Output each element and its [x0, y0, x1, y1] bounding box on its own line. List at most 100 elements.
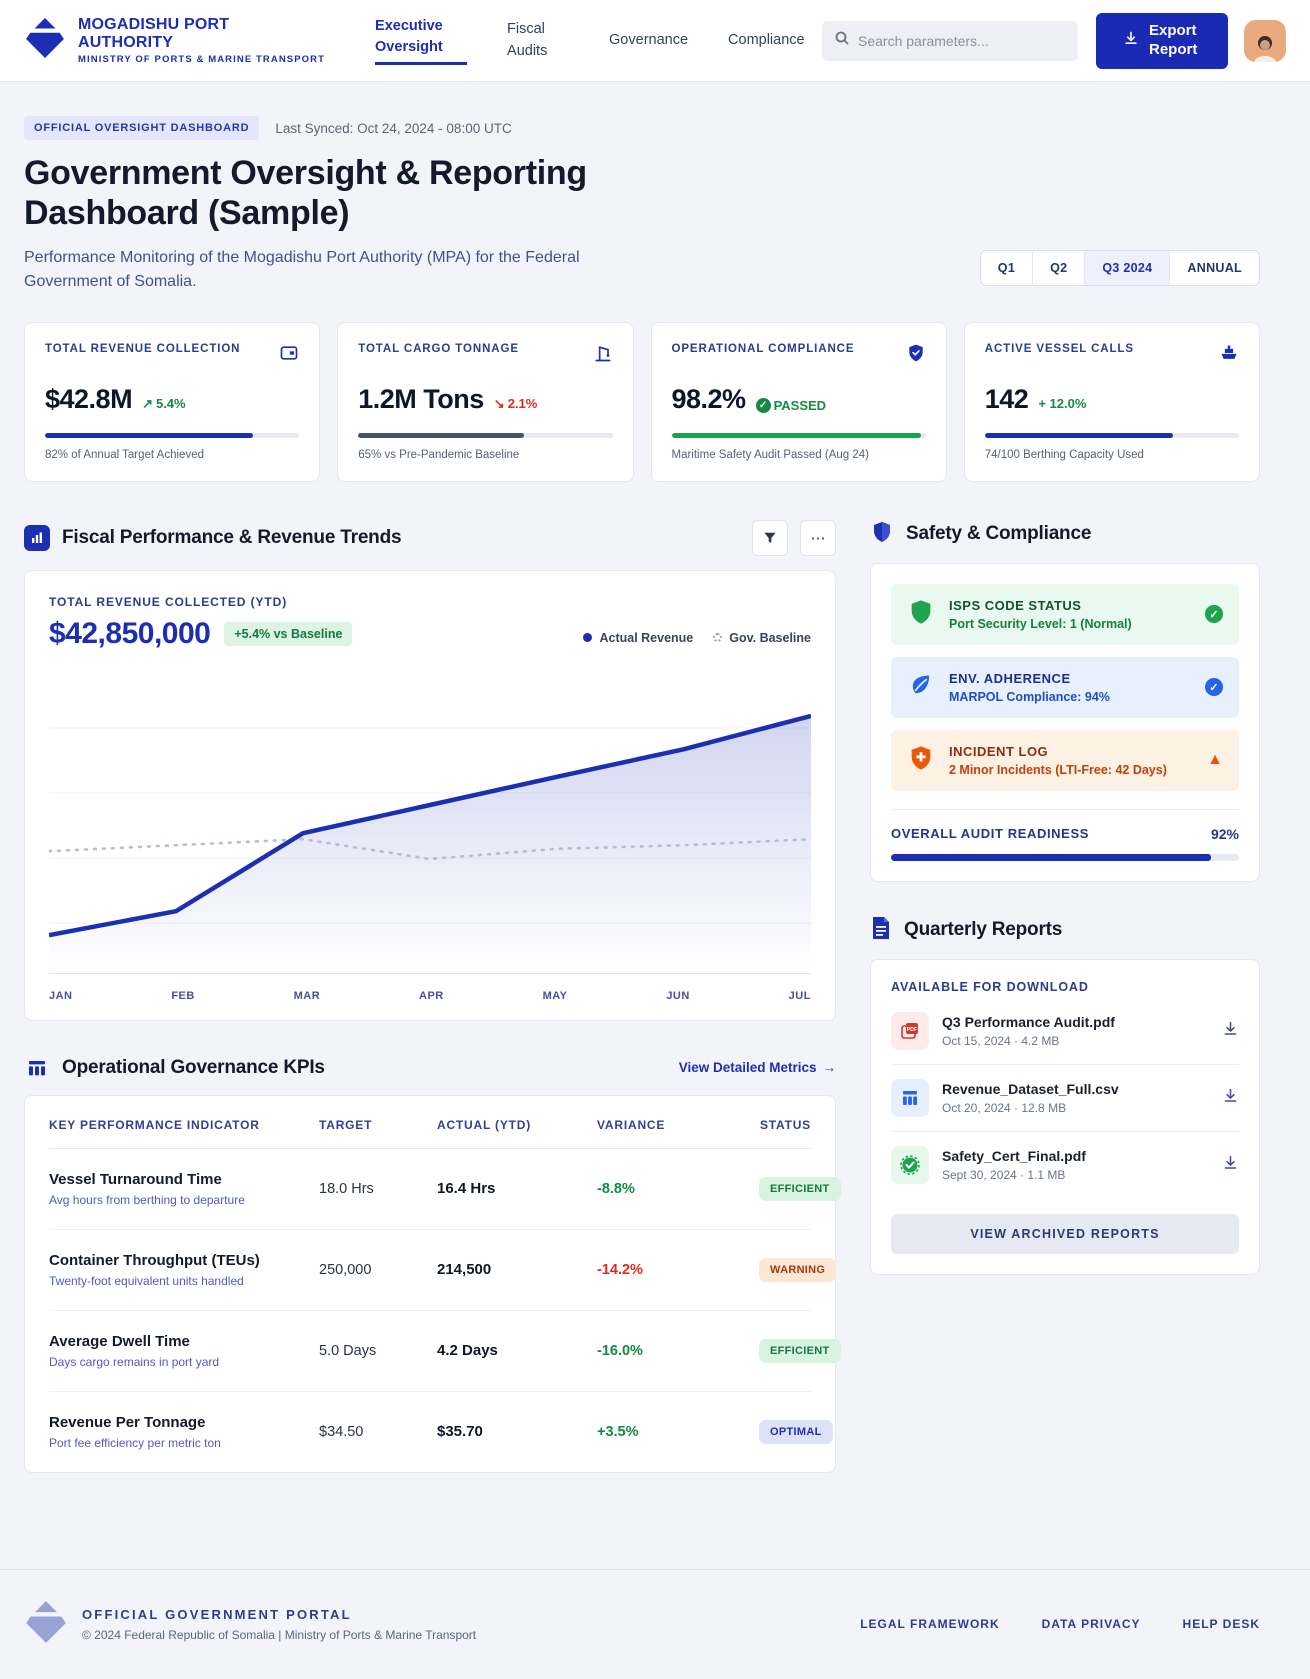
crane-icon — [593, 343, 613, 368]
shield-icon — [870, 520, 894, 549]
kpi-variance: -16.0% — [597, 1343, 759, 1359]
actual-revenue-dot-icon — [583, 633, 592, 642]
download-icon[interactable] — [1222, 1087, 1239, 1109]
search-icon — [834, 30, 850, 51]
baseline-dot-icon — [713, 633, 722, 642]
kpi-label: ACTIVE VESSEL CALLS — [985, 343, 1134, 355]
kpi-actual: 16.4 Hrs — [437, 1180, 597, 1197]
view-detailed-metrics-link[interactable]: View Detailed Metrics→ — [679, 1060, 836, 1075]
kpi-table-section: Operational Governance KPIs View Detaile… — [24, 1055, 836, 1473]
kpi-desc: Twenty-foot equivalent units handled — [49, 1274, 319, 1288]
kpi-target: 18.0 Hrs — [319, 1181, 437, 1197]
progress-fill — [985, 433, 1173, 438]
col-header-target: TARGET — [319, 1118, 437, 1132]
legend-actual-label: Actual Revenue — [599, 631, 693, 645]
kpi-variance: +3.5% — [597, 1424, 759, 1440]
kpi-table-title: Operational Governance KPIs — [62, 1057, 325, 1079]
kpi-name: Container Throughput (TEUs) — [49, 1252, 319, 1269]
kpi-caption: Maritime Safety Audit Passed (Aug 24) — [672, 449, 926, 461]
nav-compliance[interactable]: Compliance — [728, 30, 805, 51]
check-circle-icon: ✓ — [756, 398, 771, 413]
main-nav: Executive Oversight Fiscal Audits Govern… — [375, 16, 805, 65]
ship-icon — [1219, 343, 1239, 368]
kpi-value: 1.2M Tons — [358, 384, 484, 415]
footer-link-legal[interactable]: LEGAL FRAMEWORK — [860, 1617, 999, 1631]
safety-panel: ISPS CODE STATUS Port Security Level: 1 … — [870, 563, 1260, 882]
period-selector: Q1 Q2 Q3 2024 ANNUAL — [980, 250, 1260, 286]
x-tick: JUL — [789, 990, 811, 1002]
chart-x-axis: JAN FEB MAR APR MAY JUN JUL — [49, 990, 811, 1002]
file-name: Revenue_Dataset_Full.csv — [942, 1081, 1209, 1097]
progress-fill — [672, 433, 921, 438]
arrow-right-icon: → — [823, 1060, 837, 1075]
download-icon[interactable] — [1222, 1020, 1239, 1042]
nav-fiscal-audits[interactable]: Fiscal Audits — [507, 19, 569, 61]
kpi-delta: ↘2.1% — [494, 396, 538, 412]
status-item-desc: MARPOL Compliance: 94% — [949, 690, 1191, 704]
export-report-button[interactable]: Export Report — [1096, 13, 1228, 69]
table-header-row: KEY PERFORMANCE INDICATOR TARGET ACTUAL … — [49, 1096, 811, 1149]
status-item-env: ENV. ADHERENCE MARPOL Compliance: 94% ✓ — [891, 657, 1239, 718]
file-row-csv-dataset[interactable]: Revenue_Dataset_Full.csv Oct 20, 2024 · … — [891, 1065, 1239, 1132]
status-item-desc: Port Security Level: 1 (Normal) — [949, 617, 1191, 631]
kpi-card-cargo: TOTAL CARGO TONNAGE 1.2M Tons ↘2.1% 65% … — [337, 322, 633, 482]
progress-track — [45, 433, 299, 438]
reports-panel: AVAILABLE FOR DOWNLOAD PDF Q3 Performanc… — [870, 959, 1260, 1275]
funnel-icon — [763, 531, 777, 545]
warning-triangle-icon: ▲ — [1207, 751, 1223, 769]
file-meta: Oct 15, 2024 · 4.2 MB — [942, 1034, 1209, 1048]
col-header-actual: ACTUAL (YTD) — [437, 1118, 597, 1132]
download-icon[interactable] — [1222, 1154, 1239, 1176]
kpi-desc: Avg hours from berthing to departure — [49, 1193, 319, 1207]
tab-q3-2024[interactable]: Q3 2024 — [1084, 251, 1169, 285]
x-tick: JAN — [49, 990, 73, 1002]
csv-file-icon — [891, 1079, 929, 1117]
page-title: Government Oversight & Reporting Dashboa… — [24, 154, 764, 234]
user-avatar[interactable] — [1244, 20, 1286, 62]
nav-governance[interactable]: Governance — [609, 30, 688, 51]
view-archived-reports-button[interactable]: VIEW ARCHIVED REPORTS — [891, 1214, 1239, 1254]
page-subtitle: Performance Monitoring of the Mogadishu … — [24, 246, 624, 294]
x-tick: MAR — [294, 990, 321, 1002]
file-name: Safety_Cert_Final.pdf — [942, 1148, 1209, 1164]
more-options-button[interactable]: ⋯ — [800, 520, 836, 556]
org-subtitle: MINISTRY OF PORTS & MARINE TRANSPORT — [78, 54, 325, 65]
kpi-caption: 65% vs Pre-Pandemic Baseline — [358, 449, 612, 461]
kpi-value: 98.2% — [672, 384, 746, 415]
file-row-safety-cert[interactable]: Safety_Cert_Final.pdf Sept 30, 2024 · 1.… — [891, 1132, 1239, 1198]
footer-link-helpdesk[interactable]: HELP DESK — [1183, 1617, 1260, 1631]
col-header-kpi: KEY PERFORMANCE INDICATOR — [49, 1118, 319, 1132]
shield-check-icon — [906, 343, 926, 368]
kpi-target: $34.50 — [319, 1424, 437, 1440]
kpi-variance: -8.8% — [597, 1181, 759, 1197]
available-downloads-label: AVAILABLE FOR DOWNLOAD — [891, 980, 1239, 994]
footer-link-privacy[interactable]: DATA PRIVACY — [1042, 1617, 1141, 1631]
tab-annual[interactable]: ANNUAL — [1169, 251, 1259, 285]
wallet-icon — [279, 343, 299, 368]
progress-track — [358, 433, 612, 438]
last-synced-text: Last Synced: Oct 24, 2024 - 08:00 UTC — [275, 121, 511, 136]
kpi-desc: Days cargo remains in port yard — [49, 1355, 319, 1369]
tab-q2[interactable]: Q2 — [1032, 251, 1084, 285]
kpi-actual: 4.2 Days — [437, 1342, 597, 1359]
export-report-label: Export Report — [1149, 22, 1201, 60]
kpi-delta: + 12.0% — [1038, 396, 1086, 411]
safety-section-header: Safety & Compliance — [870, 520, 1260, 549]
pdf-file-icon: PDF — [891, 1012, 929, 1050]
tab-q1[interactable]: Q1 — [981, 251, 1032, 285]
revenue-trend-card: TOTAL REVENUE COLLECTED (YTD) $42,850,00… — [24, 570, 836, 1021]
chart-section-header: Fiscal Performance & Revenue Trends ⋯ — [24, 520, 836, 556]
ytd-revenue-label: TOTAL REVENUE COLLECTED (YTD) — [49, 595, 352, 609]
audit-progress-fill — [891, 854, 1211, 861]
kpi-value: 142 — [985, 384, 1029, 415]
footer-logo-icon — [24, 1600, 68, 1649]
filter-button[interactable] — [752, 520, 788, 556]
file-meta: Oct 20, 2024 · 12.8 MB — [942, 1101, 1209, 1115]
search-box[interactable] — [822, 21, 1078, 61]
nav-executive-oversight[interactable]: Executive Oversight — [375, 16, 467, 65]
kpi-caption: 74/100 Berthing Capacity Used — [985, 449, 1239, 461]
search-input[interactable] — [858, 33, 1066, 49]
status-badge: EFFICIENT — [759, 1177, 841, 1201]
page-footer: OFFICIAL GOVERNMENT PORTAL © 2024 Federa… — [0, 1569, 1310, 1679]
file-row-pdf-audit[interactable]: PDF Q3 Performance Audit.pdf Oct 15, 202… — [891, 998, 1239, 1065]
